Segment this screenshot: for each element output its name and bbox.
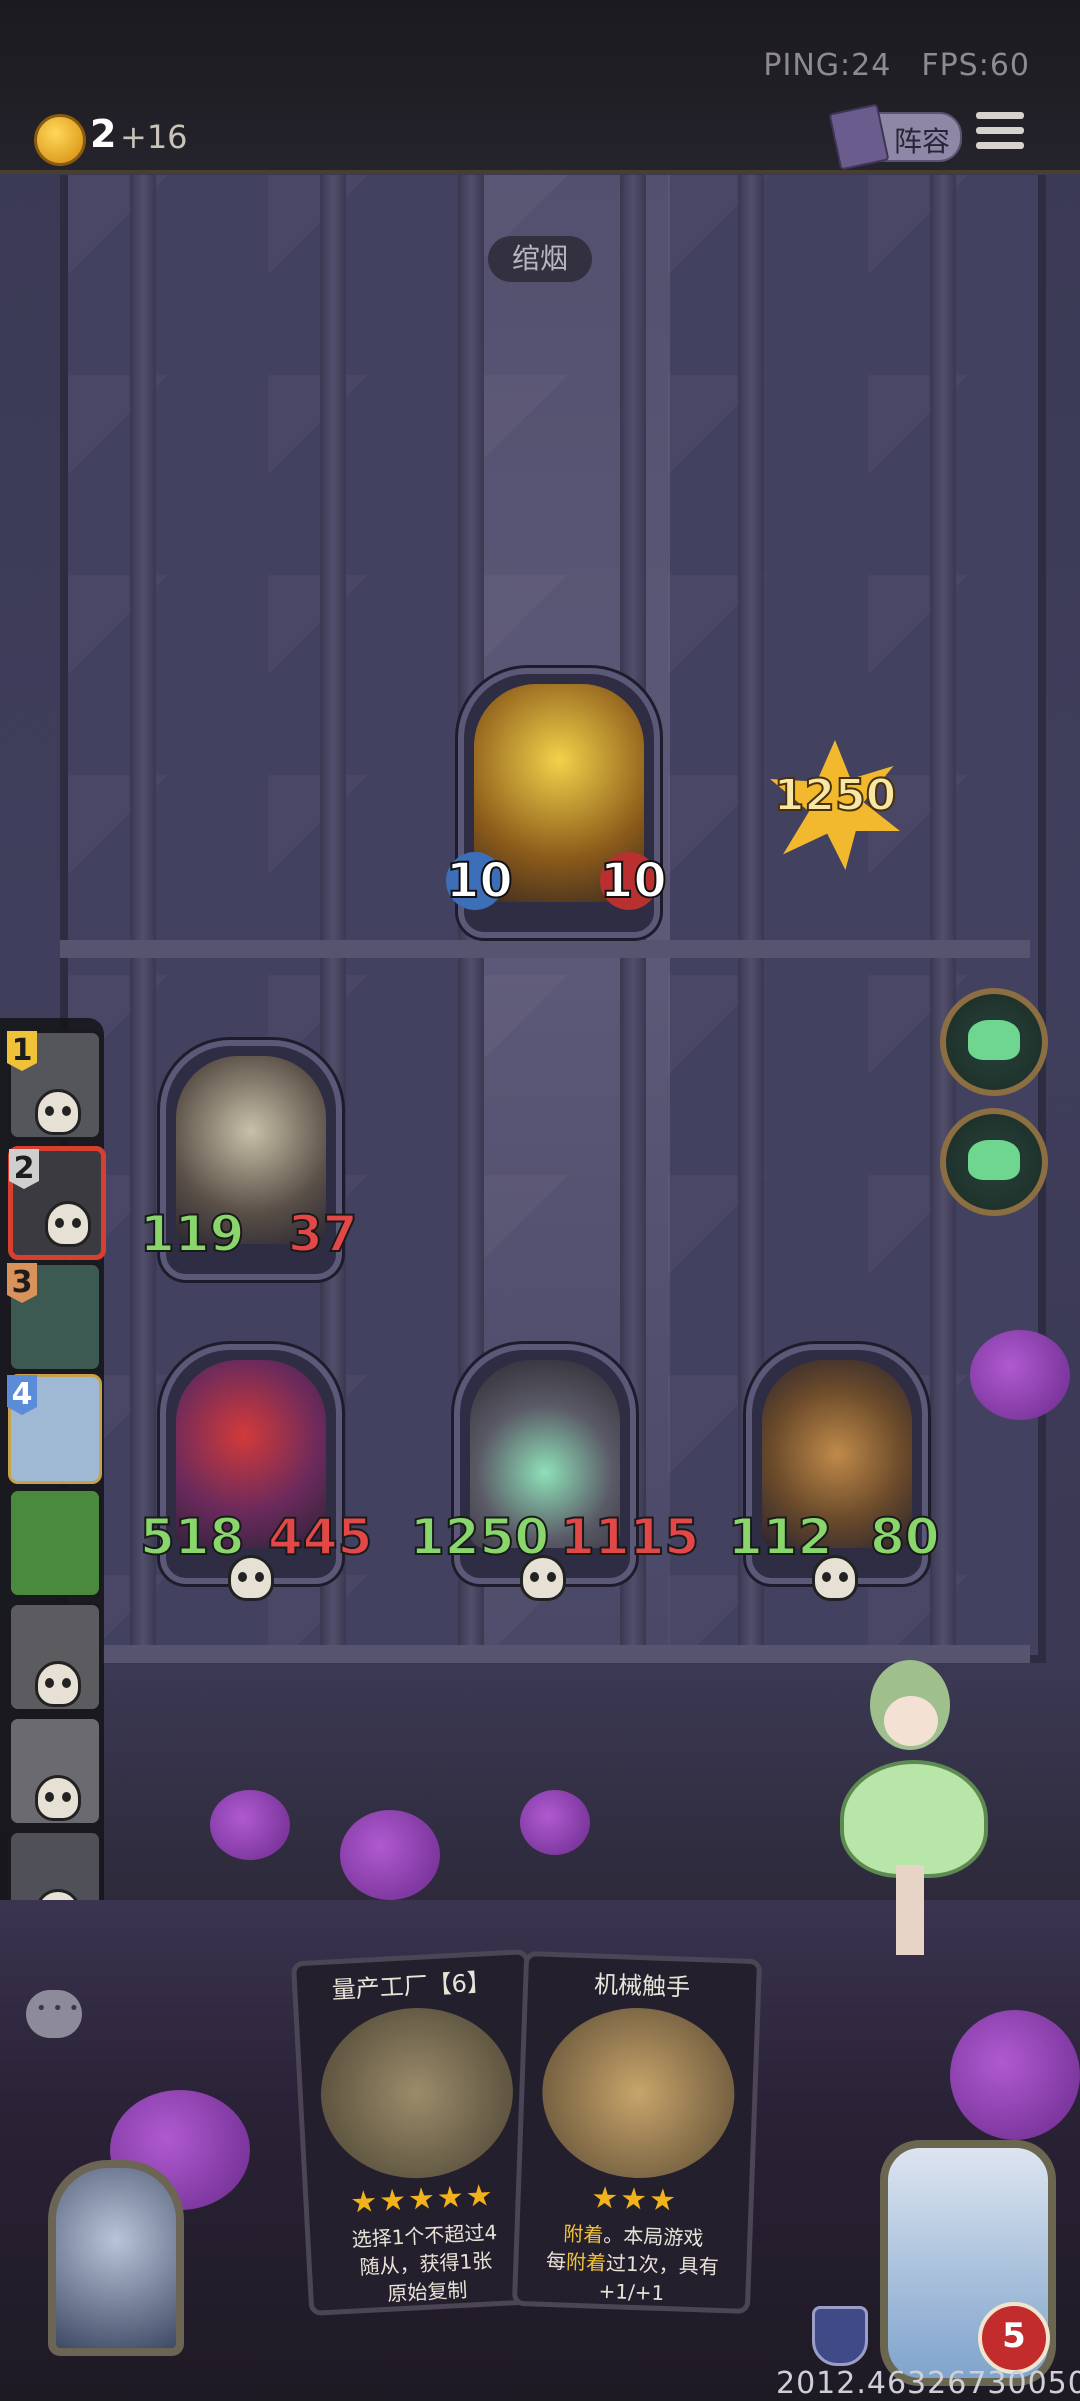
rose-decoration xyxy=(340,1810,440,1900)
window-mullion xyxy=(130,175,156,1655)
minion-health: 1115 xyxy=(559,1507,700,1567)
card-stars: ★★★★★ xyxy=(349,2178,496,2221)
menu-button[interactable] xyxy=(976,112,1024,156)
skull-icon xyxy=(35,1089,81,1135)
rank-badge: 2 xyxy=(9,1149,39,1189)
enemy-hero-health: 10 xyxy=(599,852,668,910)
chat-bubble-icon[interactable] xyxy=(26,1990,82,2038)
minion-attack: 1250 xyxy=(409,1507,550,1567)
hand-card[interactable]: 机械触手 ★★★ 附着。本局游戏 每附着过1次，具有 +1/+1 xyxy=(511,1950,763,2315)
hand-card[interactable]: 量产工厂【6】 ★★★★★ 选择1个不超过4 随从，获得1张 原始复制 xyxy=(290,1949,548,2316)
skull-icon xyxy=(228,1555,274,1601)
roster-player[interactable] xyxy=(8,1716,102,1826)
coin-income: +16 xyxy=(120,118,188,156)
minion-attack: 119 xyxy=(139,1204,245,1264)
frog-token-icon[interactable] xyxy=(940,988,1048,1096)
player-health: 5 xyxy=(978,2302,1050,2374)
rose-decoration xyxy=(210,1790,290,1860)
fps-label: FPS:60 xyxy=(921,48,1030,83)
rank-badge: 4 xyxy=(7,1375,37,1415)
card-description: 附着。本局游戏 每附着过1次，具有 +1/+1 xyxy=(545,2221,720,2306)
roster-player[interactable]: 1 xyxy=(7,1030,102,1140)
shield-icon[interactable] xyxy=(812,2306,868,2366)
player-roster: 1 2 3 4 xyxy=(0,1018,106,1946)
card-title: 量产工厂【6】 xyxy=(331,1968,492,2005)
minion-health: 445 xyxy=(267,1507,373,1567)
minion-health: 37 xyxy=(287,1204,359,1264)
network-stats: PING:24 FPS:60 xyxy=(733,48,1030,83)
coin-icon xyxy=(34,114,86,166)
roster-player[interactable] xyxy=(8,1602,102,1712)
roster-player[interactable] xyxy=(8,1488,102,1598)
book-icon xyxy=(828,103,890,171)
card-title: 机械触手 xyxy=(593,1970,691,2002)
skull-icon xyxy=(520,1555,566,1601)
rank-badge: 3 xyxy=(7,1263,37,1303)
skull-icon xyxy=(812,1555,858,1601)
enemy-hero-attack: 10 xyxy=(445,852,514,910)
minion-attack: 112 xyxy=(727,1507,833,1567)
lineup-button[interactable]: 阵容 xyxy=(828,103,962,171)
tavern-keeper xyxy=(840,1660,988,1960)
roster-player[interactable]: 3 xyxy=(7,1262,102,1372)
minion-health: 80 xyxy=(869,1507,941,1567)
window-mullion xyxy=(930,175,956,1655)
window-beam xyxy=(60,940,1030,958)
coin-count: 2 xyxy=(90,112,117,156)
damage-burst-value: 1250 xyxy=(773,769,897,822)
portal-button[interactable] xyxy=(48,2160,184,2356)
roster-player[interactable]: 4 xyxy=(7,1374,102,1484)
seed-label: 2012.46326730050 xyxy=(776,2366,1080,2401)
frog-token-icon[interactable] xyxy=(940,1108,1048,1216)
card-stars: ★★★ xyxy=(590,2180,679,2219)
top-bar: PING:24 FPS:60 2 +16 阵容 xyxy=(0,0,1080,174)
opponent-name-label: 绾烟 xyxy=(488,236,592,282)
skull-icon xyxy=(35,1775,81,1821)
skull-icon xyxy=(45,1201,91,1247)
skull-icon xyxy=(35,1661,81,1707)
card-description: 选择1个不超过4 随从，获得1张 原始复制 xyxy=(351,2220,498,2306)
card-art xyxy=(539,2004,738,2182)
lineup-label: 阵容 xyxy=(894,125,951,158)
rose-decoration xyxy=(970,1330,1070,1420)
rose-decoration xyxy=(520,1790,590,1855)
ping-label: PING:24 xyxy=(763,48,892,83)
rose-decoration xyxy=(950,2010,1080,2140)
roster-player-selected[interactable]: 2 xyxy=(8,1146,106,1260)
card-art xyxy=(316,2003,518,2183)
minion-attack: 518 xyxy=(139,1507,245,1567)
rank-badge: 1 xyxy=(7,1031,37,1071)
